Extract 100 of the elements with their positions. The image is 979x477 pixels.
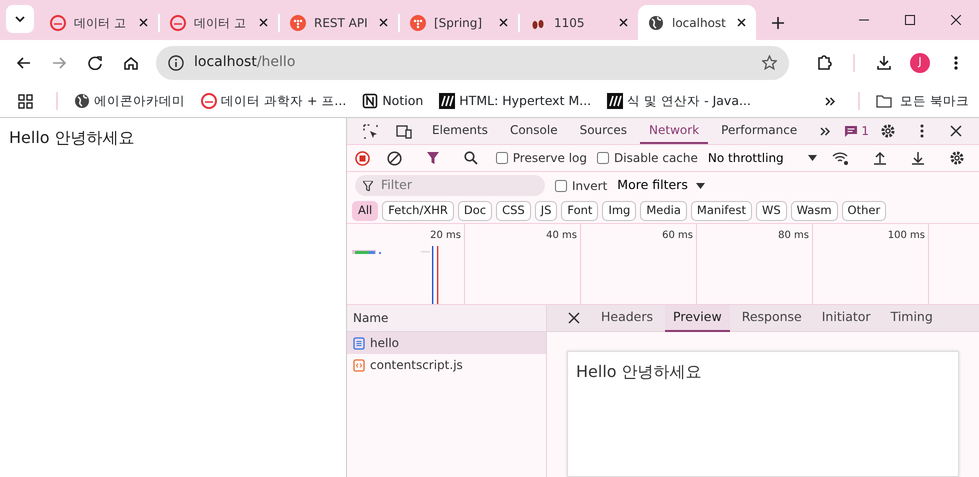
cursor-select-icon (362, 124, 378, 138)
request-row[interactable]: hello (347, 332, 546, 354)
kebab-menu-icon (954, 56, 958, 70)
tistory-logo-icon (410, 14, 426, 30)
column-header: Name (353, 310, 388, 327)
panel-tab[interactable]: Elements (423, 118, 497, 144)
forward-arrow-icon (52, 56, 66, 70)
request-row[interactable]: contentscript.js (347, 354, 546, 376)
panel-tab[interactable]: Console (500, 118, 567, 144)
bookmark-link[interactable]: 데이터 과학자 + 프... (201, 92, 346, 110)
type-filter-button[interactable]: Fetch/XHR (382, 201, 454, 221)
type-filter-button[interactable]: WS (756, 201, 787, 221)
close-icon[interactable] (259, 18, 268, 27)
mdn-logo-icon (439, 93, 456, 109)
chevron-down-icon (15, 16, 25, 22)
detail-tab[interactable]: Timing (882, 304, 941, 332)
detail-tab[interactable]: Initiator (814, 304, 879, 332)
filter-field[interactable]: Filter (355, 175, 545, 196)
more-filters-dropdown[interactable]: More filters (617, 176, 705, 195)
bookmark-link[interactable]: 에이콘아카데미 (74, 92, 185, 110)
type-filter-button[interactable]: JS (534, 201, 558, 221)
type-filter-button[interactable]: Other (842, 201, 886, 221)
maximize-icon (905, 15, 915, 25)
checkbox[interactable] (597, 152, 610, 164)
caret-down-icon (696, 182, 705, 188)
filter-input[interactable]: Filter (379, 175, 529, 196)
tistory-logo-icon (290, 14, 306, 30)
kebab-menu-icon (920, 124, 924, 138)
detail-tab[interactable]: Response (734, 304, 810, 332)
stop-recording-icon (355, 150, 370, 166)
info-icon[interactable] (168, 54, 184, 70)
panel-tab[interactable]: Network (640, 118, 708, 144)
detail-tab[interactable]: Headers (593, 304, 662, 332)
type-filter-button[interactable]: Img (602, 201, 636, 221)
panel-tab[interactable]: Performance (712, 118, 806, 144)
page-text: Hello 안녕하세요 (9, 127, 136, 149)
type-filter-button[interactable]: CSS (496, 201, 531, 221)
type-filter-button[interactable]: Media (640, 201, 687, 221)
puzzle-piece-icon (816, 54, 832, 70)
double-chevron-icon (820, 126, 830, 136)
close-icon[interactable] (499, 18, 508, 27)
browser-tab[interactable]: localhost (638, 5, 756, 40)
tick-label: 40 ms (546, 230, 577, 241)
download-icon (876, 54, 892, 70)
double-chevron-icon (825, 96, 836, 106)
detail-tab[interactable]: Preview (665, 304, 730, 332)
browser-tab[interactable]: 데이터 고 (160, 5, 278, 40)
address-bar[interactable]: localhost/hello (156, 46, 789, 80)
funnel-icon (363, 180, 373, 190)
message-icon (845, 126, 858, 136)
bookmark-link[interactable]: 식 및 연산자 - Java... (607, 92, 751, 110)
profile-avatar[interactable]: J (910, 52, 930, 72)
bookmark-link[interactable]: HTML: Hypertext M... (439, 92, 592, 110)
upload-icon (872, 151, 887, 165)
throttling-dropdown[interactable]: No throttling (708, 149, 817, 167)
checkbox-label[interactable]: Preserve log (512, 149, 588, 167)
close-icon[interactable] (619, 18, 628, 27)
close-icon[interactable] (737, 18, 746, 27)
settings-icon (880, 123, 896, 139)
notion-logo-icon (362, 93, 378, 109)
browser-tab[interactable]: [Spring] (400, 5, 518, 40)
block-icon (386, 150, 402, 166)
checkbox[interactable] (555, 180, 567, 192)
star-icon (762, 55, 777, 70)
search-icon (464, 151, 478, 165)
globe-icon (74, 93, 90, 109)
document-icon (353, 336, 365, 350)
close-icon (951, 15, 961, 25)
record-button[interactable] (355, 150, 370, 166)
bookmark-star-button[interactable] (762, 55, 777, 70)
panel-tab[interactable]: Sources (570, 118, 636, 144)
type-filter-button[interactable]: All (352, 201, 378, 221)
browser-tab[interactable]: 데이터 고 (40, 5, 158, 40)
folder-icon (876, 94, 892, 108)
tab-search-button[interactable] (6, 5, 34, 33)
type-filter-button[interactable]: Doc (458, 201, 492, 221)
all-bookmarks-link[interactable]: 모든 북마크 (876, 92, 969, 110)
caret-down-icon (808, 155, 817, 161)
close-icon[interactable] (139, 18, 148, 27)
checkbox[interactable] (496, 152, 508, 164)
settings-icon (948, 150, 965, 166)
script-icon (353, 358, 365, 372)
close-icon (950, 125, 962, 137)
type-filter-button[interactable]: Font (561, 201, 598, 221)
bookmark-link[interactable]: Notion (362, 92, 424, 110)
browser-tab[interactable]: REST API (280, 5, 398, 40)
globe-icon (648, 14, 664, 30)
home-icon (124, 56, 138, 70)
issues-button[interactable]: 1 (845, 122, 869, 140)
device-icon (396, 124, 412, 138)
close-icon (568, 312, 580, 324)
tick-label: 20 ms (430, 230, 461, 241)
back-arrow-icon (16, 56, 30, 70)
mdn-logo-icon (607, 93, 624, 109)
type-filter-button[interactable]: Wasm (790, 201, 838, 221)
browser-tab[interactable]: 1105 (520, 5, 638, 40)
close-icon[interactable] (379, 18, 388, 27)
checkbox-label[interactable]: Disable cache (614, 149, 698, 167)
type-filter-button[interactable]: Manifest (690, 201, 752, 221)
checkbox-label[interactable]: Invert (572, 176, 608, 194)
